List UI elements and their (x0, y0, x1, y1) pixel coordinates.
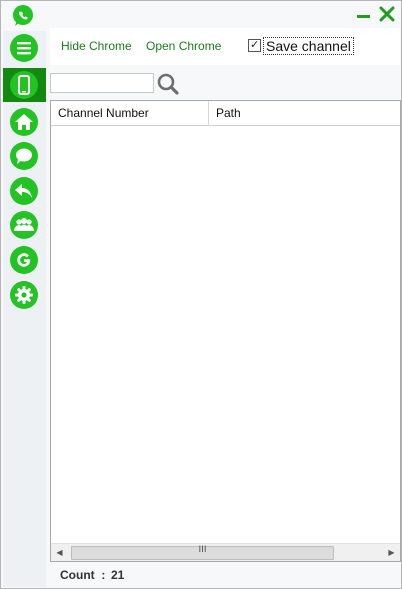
horizontal-scrollbar[interactable]: ◀ III ▶ (51, 543, 400, 561)
count-value: 21 (111, 568, 125, 582)
scroll-right-icon[interactable]: ▶ (383, 544, 400, 561)
table-header: Channel Number Path (51, 101, 400, 126)
hide-chrome-button[interactable]: Hide Chrome (61, 39, 132, 53)
search-input[interactable] (50, 73, 154, 93)
open-chrome-button[interactable]: Open Chrome (146, 39, 221, 53)
settings-icon (10, 281, 38, 309)
search-icon[interactable] (155, 71, 181, 97)
column-header-channel-number[interactable]: Channel Number (51, 101, 209, 125)
sidebar-item-home[interactable] (3, 105, 46, 139)
sidebar-item-chat[interactable] (3, 139, 46, 173)
sidebar-item-reply[interactable] (3, 174, 46, 208)
chat-icon (10, 142, 38, 170)
sidebar (3, 31, 46, 587)
group-icon (10, 211, 38, 239)
app-window: Hide Chrome Open Chrome ✓ Save channel C… (0, 0, 402, 589)
minimize-icon[interactable] (355, 5, 373, 23)
save-channel-checkbox[interactable]: ✓ (248, 38, 261, 52)
g-letter-icon (10, 246, 38, 274)
menu-icon (10, 34, 38, 62)
scroll-left-icon[interactable]: ◀ (51, 544, 68, 561)
sidebar-item-menu[interactable] (3, 31, 46, 65)
sidebar-item-g[interactable] (3, 243, 46, 277)
channel-table: Channel Number Path ◀ III ▶ (50, 100, 401, 562)
checkmark-icon: ✓ (250, 38, 260, 51)
close-icon[interactable] (378, 5, 396, 23)
phone-icon (10, 71, 38, 99)
count-label: Count : (60, 568, 106, 582)
save-channel-label[interactable]: Save channel (263, 37, 354, 55)
column-header-path[interactable]: Path (209, 101, 400, 125)
toolbar: Hide Chrome Open Chrome ✓ Save channel (50, 28, 400, 65)
scrollbar-grip: III (198, 545, 207, 555)
home-icon (10, 108, 38, 136)
sidebar-item-groups[interactable] (3, 208, 46, 242)
reply-icon (10, 177, 38, 205)
scrollbar-thumb[interactable]: III (71, 545, 334, 560)
whatsapp-icon[interactable] (11, 4, 35, 28)
sidebar-item-settings[interactable] (3, 278, 46, 312)
sidebar-item-phone[interactable] (3, 68, 46, 102)
